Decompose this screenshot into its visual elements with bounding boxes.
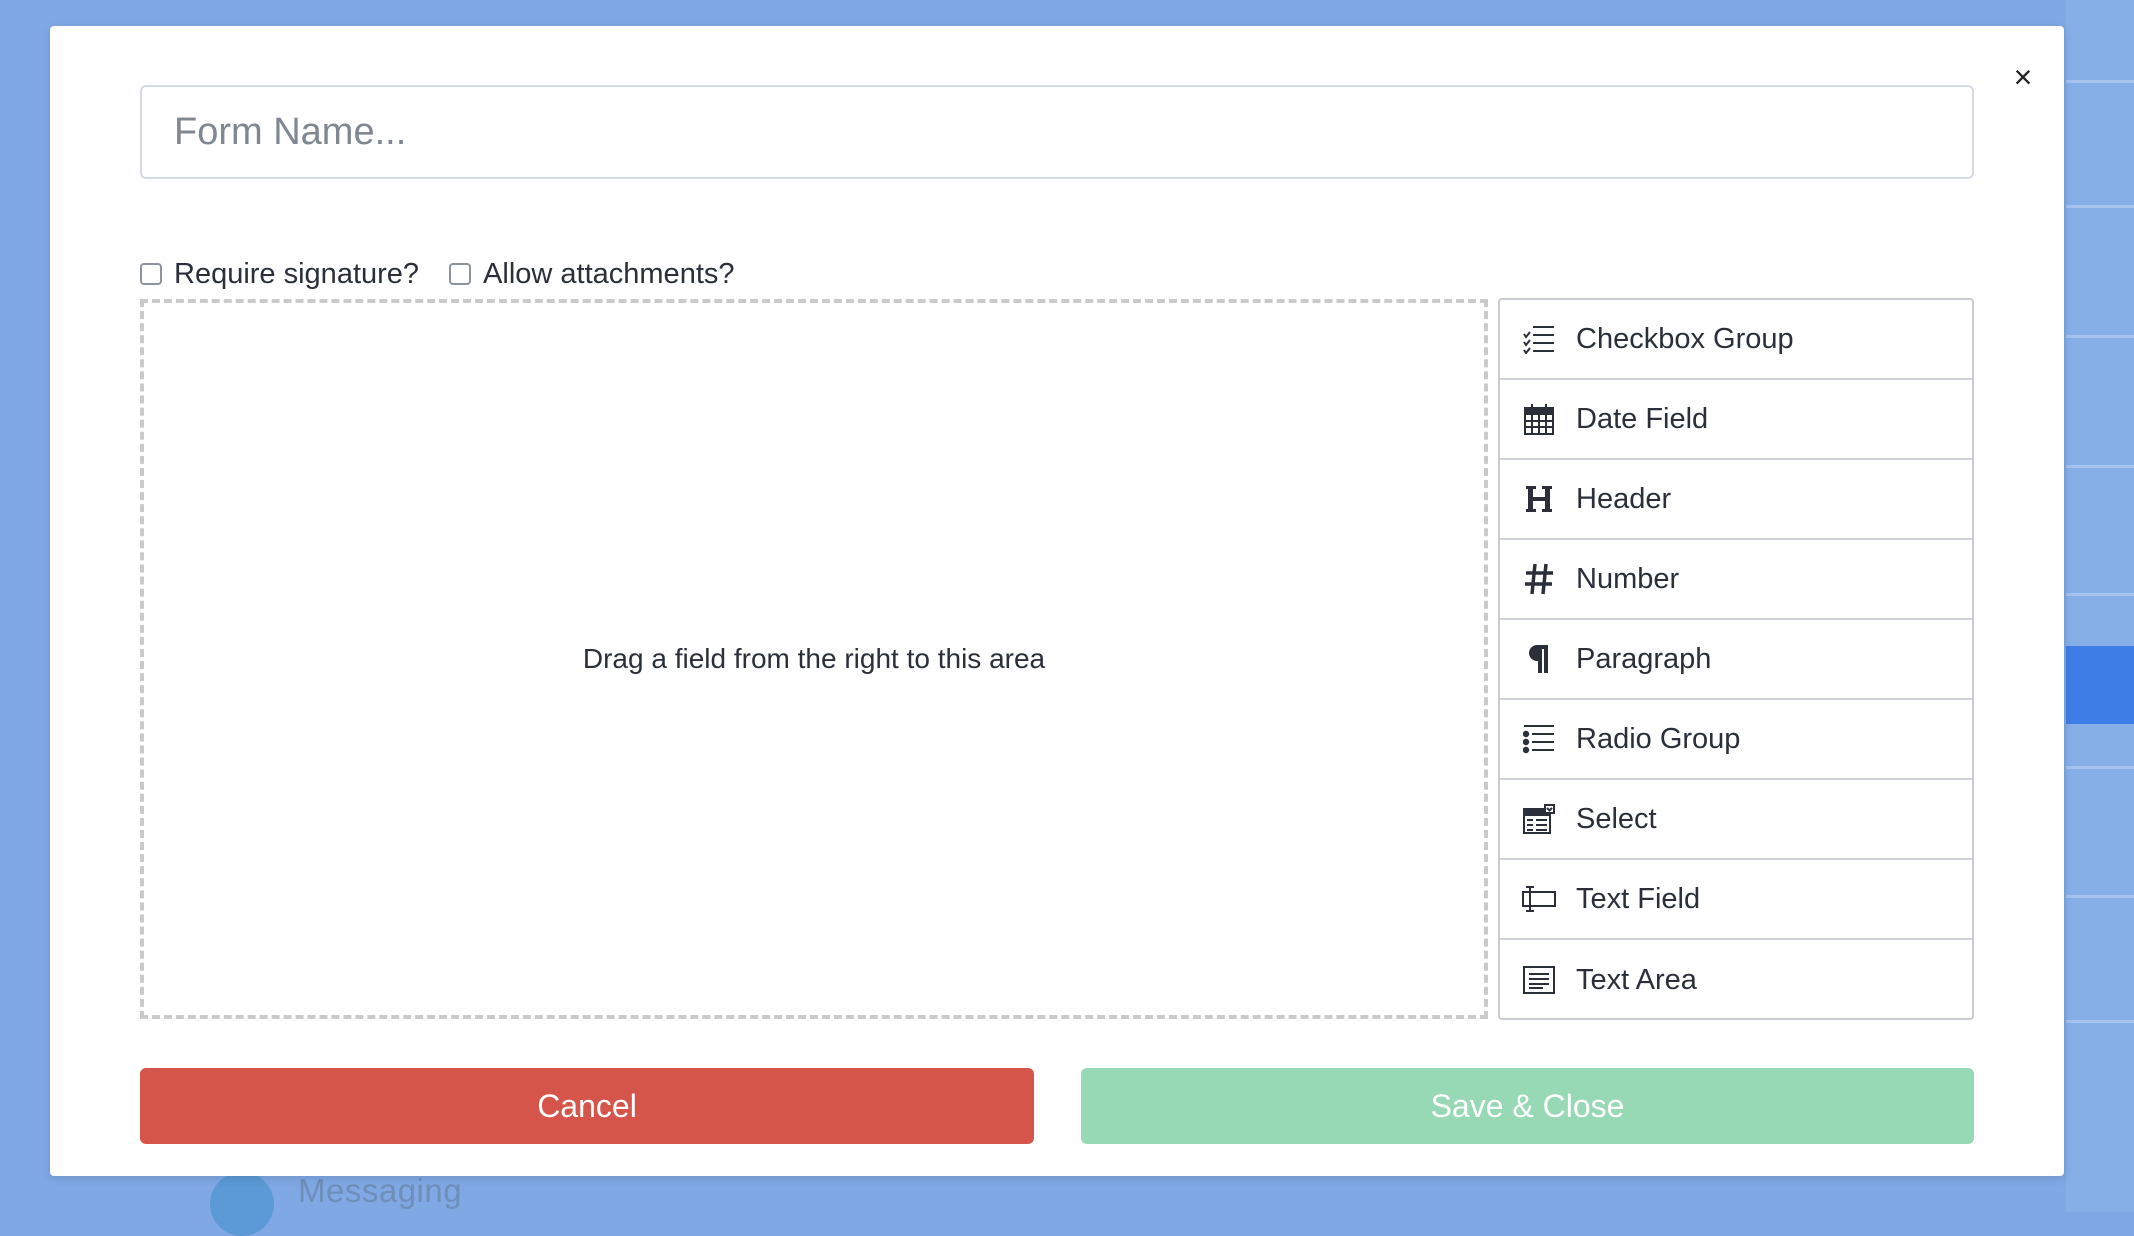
field-label: Select xyxy=(1576,802,1657,835)
field-drop-zone[interactable]: Drag a field from the right to this area xyxy=(140,299,1488,1019)
field-label: Text Field xyxy=(1576,882,1701,915)
calendar-icon xyxy=(1522,402,1556,436)
field-label: Paragraph xyxy=(1576,642,1712,675)
form-options: Require signature? Allow attachments? xyxy=(140,252,765,296)
background-divider xyxy=(2066,895,2134,898)
field-item-select[interactable]: Select xyxy=(1500,780,1972,860)
require-signature-checkbox[interactable] xyxy=(140,263,162,285)
hash-icon xyxy=(1522,562,1556,596)
background-divider xyxy=(2066,766,2134,769)
field-item-number[interactable]: Number xyxy=(1500,540,1972,620)
field-label: Date Field xyxy=(1576,402,1709,435)
close-button[interactable]: × xyxy=(2006,60,2040,94)
checkbox-list-icon xyxy=(1522,322,1556,356)
background-divider xyxy=(2066,1020,2134,1023)
require-signature-option[interactable]: Require signature? xyxy=(140,258,419,291)
background-nav-label: Messaging xyxy=(298,1172,463,1209)
text-field-icon xyxy=(1522,882,1556,916)
cancel-button[interactable]: Cancel xyxy=(140,1068,1034,1144)
background-side-panel xyxy=(2066,0,2134,1212)
field-item-date-field[interactable]: Date Field xyxy=(1500,380,1972,460)
allow-attachments-checkbox[interactable] xyxy=(449,263,472,285)
header-icon xyxy=(1522,482,1556,516)
text-area-icon xyxy=(1522,963,1556,997)
field-item-radio-group[interactable]: Radio Group xyxy=(1500,700,1972,780)
background-divider xyxy=(2066,80,2134,83)
field-item-text-area[interactable]: Text Area xyxy=(1500,940,1972,1020)
allow-attachments-option[interactable]: Allow attachments? xyxy=(449,257,735,291)
form-builder-modal: × Require signature? Allow attachments? … xyxy=(50,26,2064,1176)
form-name-input[interactable] xyxy=(140,85,1974,179)
select-icon xyxy=(1522,802,1556,836)
require-signature-label: Require signature? xyxy=(174,257,420,290)
field-palette: Checkbox Group Date Field Header Number … xyxy=(1498,298,1974,1020)
messaging-icon xyxy=(210,1172,274,1236)
field-label: Number xyxy=(1576,562,1680,595)
background-active-item xyxy=(2066,646,2134,724)
background-divider xyxy=(2066,205,2134,208)
background-divider xyxy=(2066,335,2134,338)
radio-list-icon xyxy=(1522,722,1556,756)
background-nav-item-messaging: Messaging xyxy=(160,1172,720,1236)
field-label: Radio Group xyxy=(1576,722,1741,755)
field-item-paragraph[interactable]: Paragraph xyxy=(1500,620,1972,700)
background-divider xyxy=(2066,593,2134,596)
allow-attachments-label: Allow attachments? xyxy=(483,257,735,290)
drop-zone-hint: Drag a field from the right to this area xyxy=(582,643,1046,674)
field-item-header[interactable]: Header xyxy=(1500,460,1972,540)
field-item-text-field[interactable]: Text Field xyxy=(1500,860,1972,940)
background-divider xyxy=(2066,465,2134,468)
field-item-checkbox-group[interactable]: Checkbox Group xyxy=(1500,300,1972,380)
field-label: Text Area xyxy=(1576,963,1697,996)
save-close-button[interactable]: Save & Close xyxy=(1081,1068,1974,1144)
paragraph-icon xyxy=(1522,642,1556,676)
field-label: Checkbox Group xyxy=(1576,322,1794,355)
field-label: Header xyxy=(1576,482,1672,515)
